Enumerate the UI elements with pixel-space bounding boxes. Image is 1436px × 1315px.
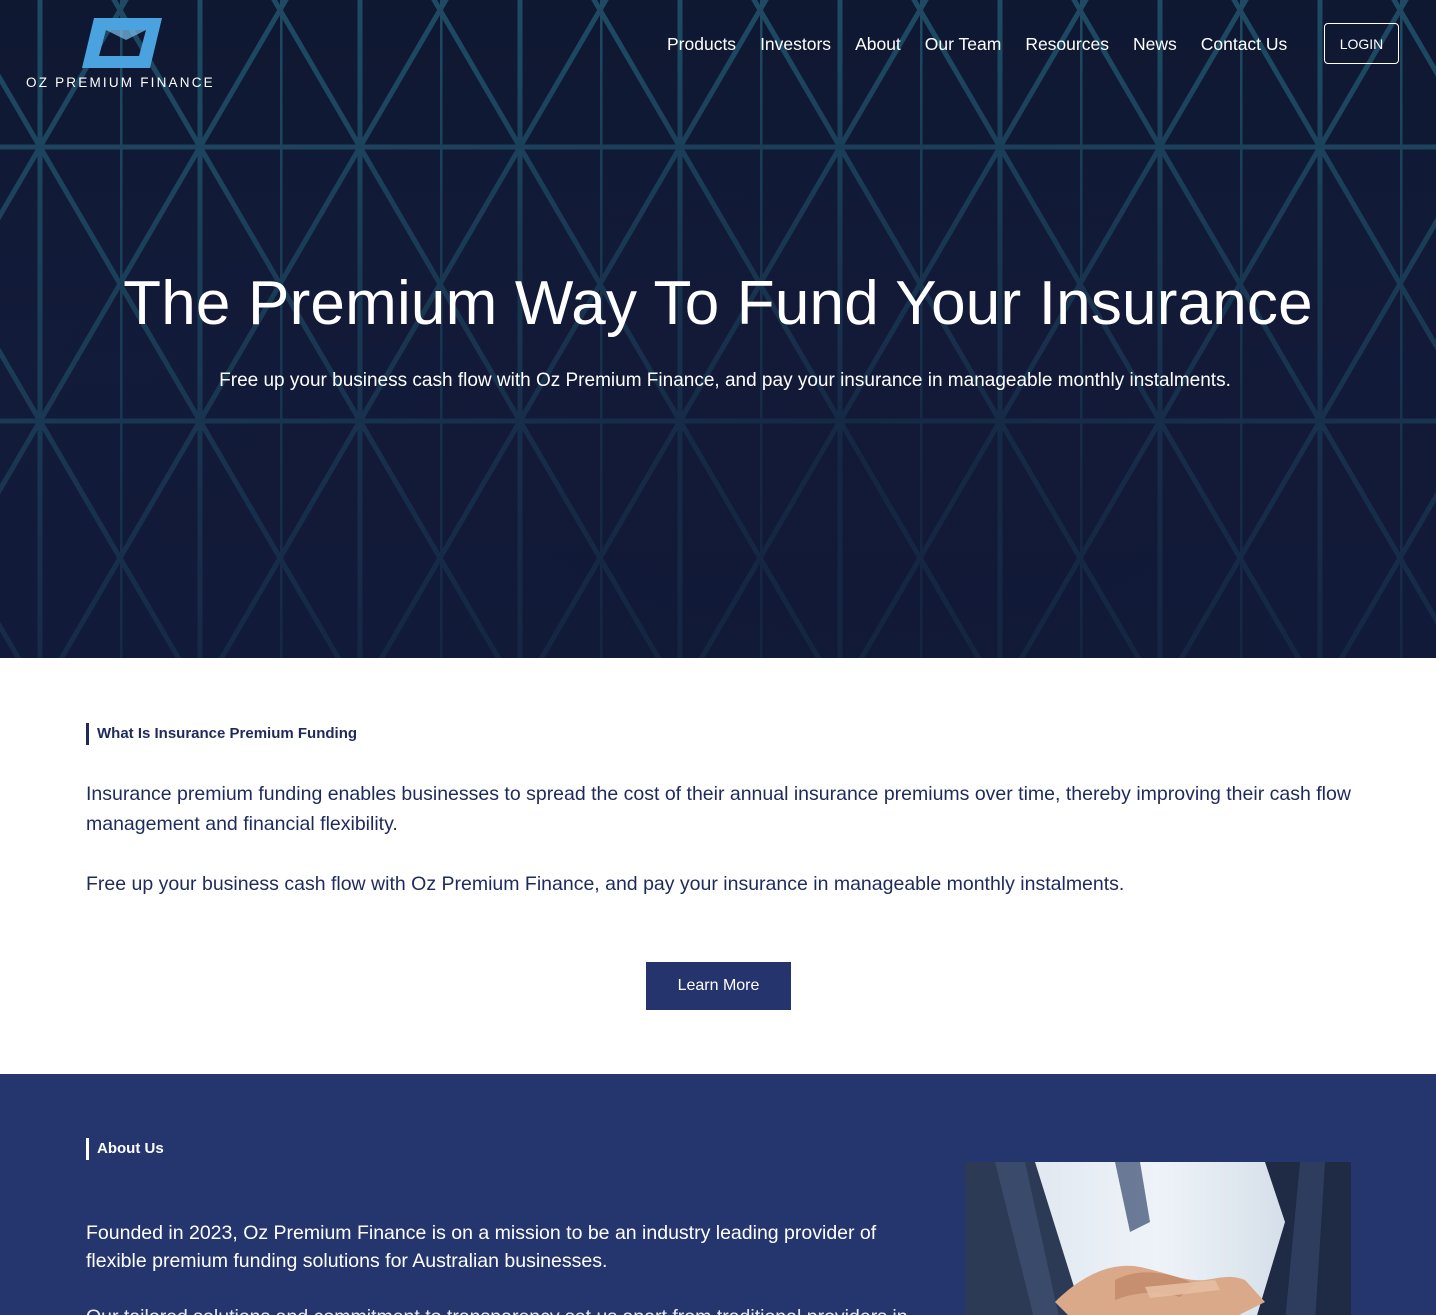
hero-subtitle: Free up your business cash flow with Oz …: [219, 370, 1231, 391]
main-nav: Products Investors About Our Team Resour…: [667, 32, 1311, 56]
logo-mark-icon: [82, 18, 162, 68]
nav-investors[interactable]: Investors: [760, 32, 831, 56]
hero-section: OZ PREMIUM FINANCE Products Investors Ab…: [0, 0, 1436, 658]
logo-text: OZ PREMIUM FINANCE: [26, 75, 215, 90]
nav-news[interactable]: News: [1133, 32, 1177, 56]
what-is-paragraph-2: Free up your business cash flow with Oz …: [86, 873, 1125, 895]
what-is-eyebrow: What Is Insurance Premium Funding: [86, 723, 357, 745]
nav-resources[interactable]: Resources: [1025, 32, 1109, 56]
about-section: About Us Founded in 2023, Oz Premium Fin…: [0, 1074, 1436, 1315]
what-is-paragraph-1: Insurance premium funding enables busine…: [86, 783, 1351, 835]
learn-more-button[interactable]: Learn More: [646, 962, 791, 1010]
logo[interactable]: OZ PREMIUM FINANCE: [26, 16, 226, 96]
hero-title: The Premium Way To Fund Your Insurance: [123, 269, 1313, 338]
nav-contact-us[interactable]: Contact Us: [1201, 32, 1288, 56]
what-is-section: What Is Insurance Premium Funding Insura…: [0, 658, 1436, 1074]
handshake-illustration: [965, 1162, 1351, 1315]
about-eyebrow: About Us: [86, 1138, 164, 1160]
handshake-photo: [965, 1162, 1351, 1315]
about-paragraph-2: Our tailored solutions and commitment to…: [86, 1303, 926, 1315]
nav-about[interactable]: About: [855, 32, 901, 56]
about-paragraph-1: Founded in 2023, Oz Premium Finance is o…: [86, 1222, 877, 1272]
nav-products[interactable]: Products: [667, 32, 736, 56]
login-button[interactable]: LOGIN: [1324, 23, 1399, 64]
nav-our-team[interactable]: Our Team: [925, 32, 1002, 56]
